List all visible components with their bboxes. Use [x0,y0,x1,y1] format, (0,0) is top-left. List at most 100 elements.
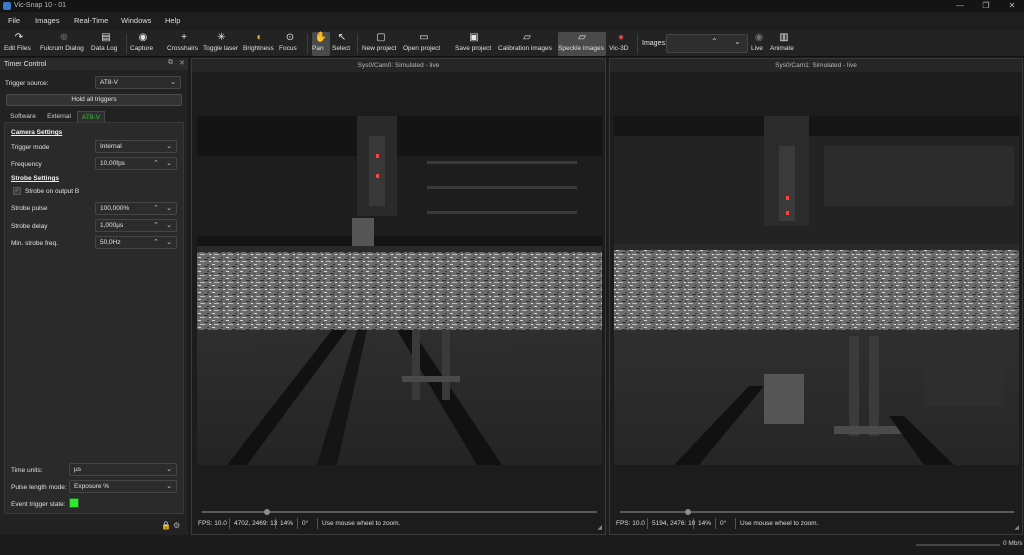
crosshairs-icon: + [181,32,187,43]
float-panel-icon[interactable]: ⧉ [168,59,173,67]
strobe-delay-label: Strobe delay [11,223,48,230]
speckle-images-button[interactable]: ▱ Speckle images [558,32,606,56]
zoom-readout: 14% [696,518,716,529]
pan-hand-icon: ✋ [314,32,328,43]
maximize-button[interactable]: ❐ [974,0,998,12]
menu-windows[interactable]: Windows [121,16,151,26]
edit-files-button[interactable]: ↷ Edit Files [4,32,34,56]
chevron-down-icon[interactable]: ⌄ [166,158,172,169]
trigger-source-label: Trigger source: [5,80,49,87]
save-project-button[interactable]: ▣ Save project [455,32,493,56]
chevron-up-icon[interactable]: ⌃ [153,203,159,214]
frame-slider-handle[interactable] [685,509,691,515]
pan-button[interactable]: ✋ Pan [312,32,330,56]
strobe-output-checkbox[interactable]: ✓ [13,187,21,195]
brightness-icon: ◐ [256,32,263,43]
fulcrum-icon: ⊕ [59,32,69,43]
laser-icon: ✳ [217,32,226,43]
fps-readout: FPS: 10.0 [614,518,648,529]
chevron-up-icon[interactable]: ⌃ [153,220,159,231]
menu-file[interactable]: File [8,16,20,26]
lock-icon[interactable]: 🔒 [161,521,171,530]
animate-film-icon: ▥ [779,32,789,43]
camera-image-1[interactable] [614,116,1019,465]
trigger-mode-label: Trigger mode [11,144,50,151]
cursor-readout: 5194, 2476: 10 [652,518,696,529]
time-units-select[interactable]: µs ⌄ [69,463,177,476]
menu-help[interactable]: Help [165,16,180,26]
chevron-up-icon[interactable]: ⌃ [153,237,159,248]
min-strobe-freq-spinbox[interactable]: 50,0Hz ⌃ ⌄ [95,236,177,249]
edit-files-icon: ↷ [14,32,24,43]
fulcrum-dialog-button[interactable]: ⊕ Fulcrum Dialog [40,32,88,56]
tab-external[interactable]: External [42,111,76,122]
images-selector[interactable]: ⌃ ⌄ [666,34,748,53]
resize-grip-icon[interactable]: ◢ [597,524,602,531]
frame-slider-handle[interactable] [264,509,270,515]
time-units-label: Time units: [11,467,43,474]
chevron-down-icon[interactable]: ⌄ [734,37,741,46]
chevron-up-icon[interactable]: ⌃ [711,37,718,46]
strobe-pulse-spinbox[interactable]: 100,000% ⌃ ⌄ [95,202,177,215]
new-project-button[interactable]: ▢ New project [362,32,400,56]
open-project-button[interactable]: ▭ Open project [403,32,445,56]
tab-content: Camera Settings Trigger mode Internal ⌄ … [4,122,184,514]
focus-button[interactable]: ⊙ Focus [279,32,301,56]
camera-title: Sys0/Cam0: Simulated - live [192,59,605,72]
fps-readout: FPS: 10.0 [196,518,230,529]
data-log-button[interactable]: ▤ Data Log [91,32,121,56]
toggle-laser-button[interactable]: ✳ Toggle laser [203,32,240,56]
strobe-delay-spinbox[interactable]: 1,000µs ⌃ ⌄ [95,219,177,232]
camera-image-0[interactable] [197,116,602,465]
crosshairs-button[interactable]: + Crosshairs [167,32,201,56]
window-title: Vic-Snap 10 - 01 [14,2,67,9]
strobe-pulse-label: Strobe pulse [11,205,48,212]
camera-scene-0 [197,116,602,465]
hold-all-triggers-button[interactable]: Hold all triggers [6,94,182,106]
chevron-down-icon[interactable]: ⌄ [166,220,172,231]
frame-slider[interactable] [620,511,1014,513]
close-button[interactable]: ✕ [1000,0,1024,12]
trigger-source-select[interactable]: AT8-V ⌄ [95,76,181,89]
capture-button[interactable]: ◉ Capture [130,32,156,56]
gear-icon[interactable]: ⚙ [173,521,180,530]
app-logo-icon [3,2,11,10]
camera-settings-heading: Camera Settings [11,129,63,136]
menu-real-time[interactable]: Real-Time [74,16,108,26]
select-cursor-icon: ↖ [337,32,347,43]
new-project-icon: ▢ [376,32,386,43]
frame-slider[interactable] [202,511,597,513]
focus-icon: ⊙ [285,32,295,43]
panel-title: Timer Control [4,61,47,68]
title-bar: Vic-Snap 10 - 01 — ❐ ✕ [0,0,1024,12]
zoom-readout: 14% [278,518,298,529]
resize-grip-icon[interactable]: ◢ [1014,524,1019,531]
camera-title: Sys0/Cam1: Simulated - live [610,59,1022,72]
vic3d-button[interactable]: ● Vic-3D [609,32,633,56]
menu-images[interactable]: Images [35,16,60,26]
select-button[interactable]: ↖ Select [332,32,352,56]
calibration-folder-icon: ▱ [523,32,531,43]
tab-software[interactable]: Software [6,111,40,122]
chevron-down-icon[interactable]: ⌄ [166,203,172,214]
cursor-readout: 4702, 2469: 13 [234,518,278,529]
tab-at8-v[interactable]: AT8-V [77,111,105,122]
live-button[interactable]: ◉ Live [751,32,767,56]
live-camera-icon: ◉ [754,32,764,43]
frequency-spinbox[interactable]: 10,00fps ⌃ ⌄ [95,157,177,170]
chevron-down-icon[interactable]: ⌄ [166,237,172,248]
camera-scene-1 [614,116,1019,465]
close-panel-icon[interactable]: ✕ [179,59,185,67]
chevron-up-icon[interactable]: ⌃ [153,158,159,169]
animate-button[interactable]: ▥ Animate [770,32,798,56]
chevron-down-icon: ⌄ [166,483,172,490]
calibration-images-button[interactable]: ▱ Calibration images [498,32,556,56]
frequency-label: Frequency [11,161,42,168]
minimize-button[interactable]: — [948,0,972,12]
pulse-length-select[interactable]: Exposure % ⌄ [69,480,177,493]
panel-header: Timer Control ⧉ ✕ [0,58,188,70]
brightness-button[interactable]: ◐ Brightness [243,32,276,56]
pulse-length-label: Pulse length mode: [11,484,67,491]
trigger-mode-select[interactable]: Internal ⌄ [95,140,177,153]
camera-view-1: Sys0/Cam1: Simulated - live FPS: 10.0 51… [609,58,1023,535]
